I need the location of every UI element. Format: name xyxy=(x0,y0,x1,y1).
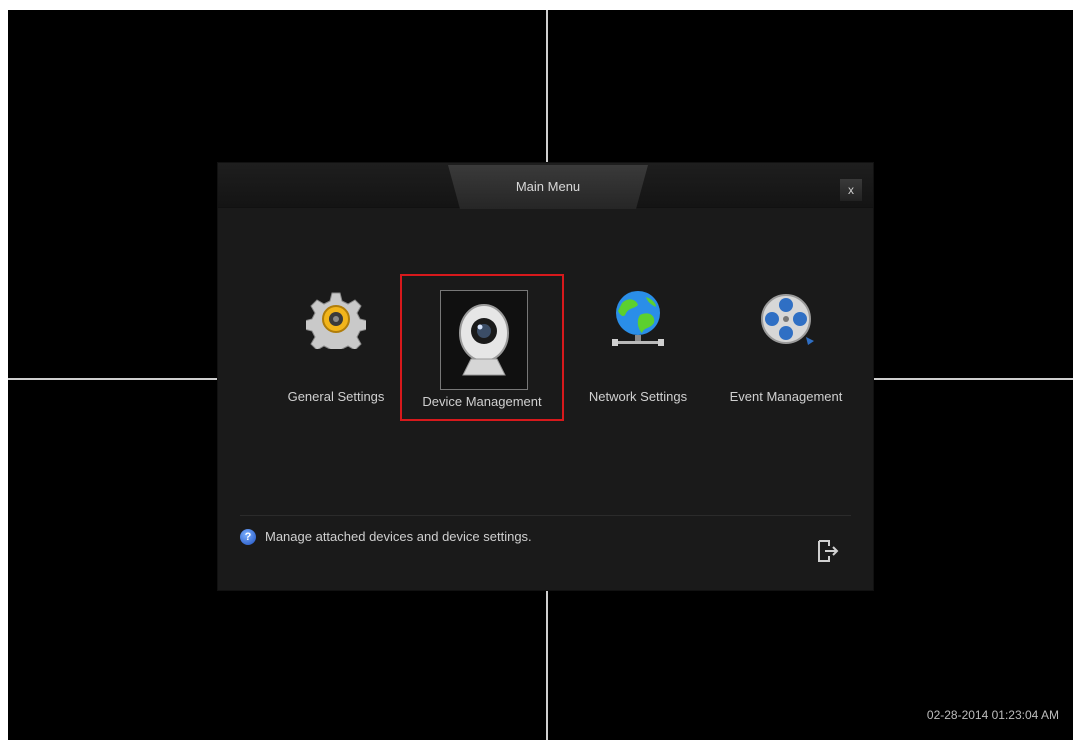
menu-item-event-management[interactable]: Event Management xyxy=(716,283,856,423)
footer-divider xyxy=(240,515,851,516)
main-menu-dialog: Main Menu x General Settings Device Mana… xyxy=(218,163,873,590)
menu-item-label: Device Management xyxy=(422,394,542,409)
camera-icon xyxy=(440,290,528,390)
datetime-display: 02-28-2014 01:23:04 AM xyxy=(926,708,1059,722)
hint-text: Manage attached devices and device setti… xyxy=(265,529,532,544)
video-grid-screen: Main Menu x General Settings Device Mana… xyxy=(8,10,1073,740)
menu-item-label: Event Management xyxy=(729,389,843,404)
menu-item-network-settings[interactable]: Network Settings xyxy=(568,283,708,423)
exit-button[interactable] xyxy=(815,538,841,564)
globe-icon xyxy=(608,289,668,349)
menu-item-label: General Settings xyxy=(287,389,385,404)
close-button[interactable]: x xyxy=(840,179,862,201)
dialog-title: Main Menu xyxy=(515,179,581,194)
gear-icon xyxy=(303,289,369,358)
help-icon: ? xyxy=(240,529,256,545)
exit-icon xyxy=(818,540,839,562)
menu-item-general-settings[interactable]: General Settings xyxy=(266,283,406,423)
menu-item-device-management[interactable]: Device Management xyxy=(400,274,564,421)
menu-item-label: Network Settings xyxy=(588,389,688,404)
film-reel-icon xyxy=(756,289,816,349)
